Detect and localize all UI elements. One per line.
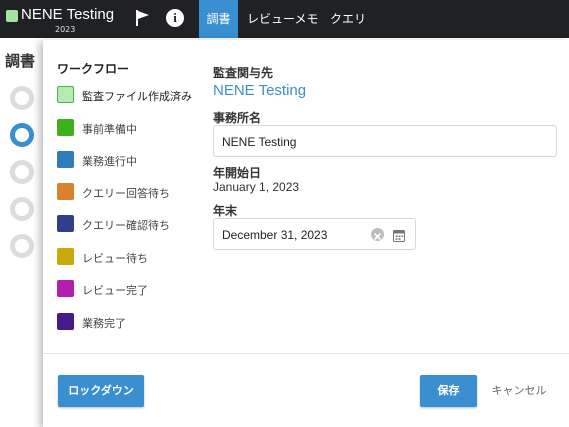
lockdown-button[interactable]: ロックダウン (58, 375, 144, 407)
footer-divider (43, 353, 569, 354)
tab-review-notes[interactable]: レビューメモ (247, 0, 319, 38)
brand-name: NENE Testing (21, 6, 115, 23)
year-end-label: 年末 (213, 204, 238, 218)
tab-queries[interactable]: クエリ (330, 0, 366, 38)
background-status-circle (10, 86, 34, 110)
client-label: 監査関与先 (213, 66, 274, 80)
tab-workpapers[interactable]: 調書 (199, 0, 238, 38)
background-status-circle (10, 234, 34, 258)
calendar-icon[interactable] (393, 227, 405, 242)
office-name-input[interactable] (222, 132, 542, 152)
background-status-circle (10, 197, 34, 221)
status-swatch (57, 313, 74, 330)
workflow-item-label: レビュー待ち (82, 252, 148, 265)
workflow-item-label: レビュー完了 (82, 284, 148, 297)
year-end-input[interactable] (222, 225, 362, 245)
flag-icon[interactable] (135, 9, 151, 27)
brand-color-swatch (6, 10, 18, 22)
background-status-circle-active (10, 123, 34, 147)
top-navigation-bar: NENE Testing 2023 i 調書 レビューメモ クエリ (0, 0, 569, 38)
client-name-link[interactable]: NENE Testing (213, 82, 306, 99)
workflow-item-label: クエリー確認待ち (82, 219, 170, 232)
workflow-item-label: 監査ファイル作成済み (82, 90, 192, 103)
engagement-settings-dialog: ワークフロー 監査ファイル作成済み 事前準備中 業務進行中 クエリー回答待ち ク… (43, 40, 569, 427)
brand-year: 2023 (55, 25, 76, 34)
workflow-item-label: クエリー回答待ち (82, 187, 170, 200)
workflow-title: ワークフロー (57, 62, 130, 76)
status-swatch (57, 119, 74, 136)
workflow-item-label: 事前準備中 (82, 123, 137, 136)
info-icon[interactable]: i (166, 9, 184, 27)
status-swatch (57, 151, 74, 168)
background-status-circle (10, 160, 34, 184)
background-page-title: 調書 (5, 52, 36, 70)
status-swatch (57, 280, 74, 297)
status-swatch (57, 215, 74, 232)
year-start-value: January 1, 2023 (213, 180, 300, 194)
clear-icon[interactable] (371, 228, 384, 241)
cancel-button[interactable]: キャンセル (486, 375, 552, 407)
status-swatch (57, 248, 74, 265)
save-button[interactable]: 保存 (420, 375, 477, 407)
year-end-date-picker (213, 218, 416, 250)
office-name-field (213, 125, 557, 157)
app-brand[interactable]: NENE Testing 2023 (6, 6, 118, 36)
workflow-item-label: 業務完了 (82, 317, 126, 330)
status-swatch (57, 86, 74, 103)
workflow-item-label: 業務進行中 (82, 155, 137, 168)
status-swatch (57, 183, 74, 200)
year-start-label: 年開始日 (213, 166, 262, 180)
office-name-label: 事務所名 (213, 111, 262, 125)
